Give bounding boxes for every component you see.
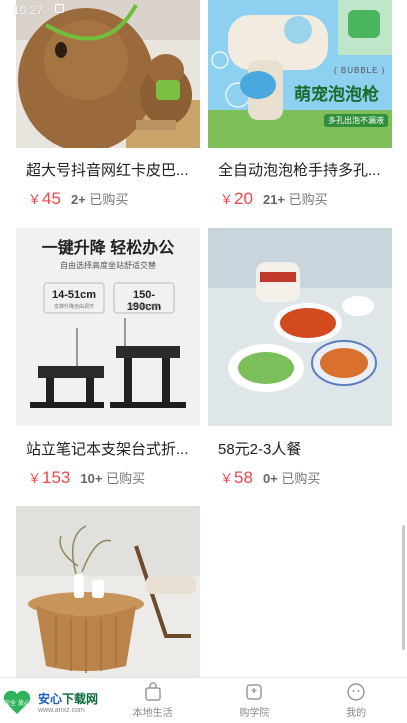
screen: 10:27 超大号抖音网红卡皮巴... ￥45 2+ 已购买 (BUBBLE …: [0, 0, 407, 723]
desk-subline: 自由选择高度坐站舒适交替: [60, 261, 156, 270]
status-time: 10:27: [13, 3, 44, 17]
desk-headline: 一键升降 轻松办公: [41, 240, 175, 257]
wm-badge: 安全 放心: [4, 699, 30, 707]
nav-item-profile[interactable]: 我的: [305, 678, 407, 723]
desk-range-1: 14-51cm: [51, 289, 97, 301]
watermark: 安全 放心 安心下载网 www.anxz.com: [2, 684, 112, 720]
nav-item-academy[interactable]: 购学院: [204, 678, 306, 723]
bought-count: 0+ 已购买: [262, 471, 321, 486]
capybara-plush-image[interactable]: [16, 0, 200, 148]
chinese-meal-image[interactable]: [208, 228, 392, 426]
standing-desk-image[interactable]: 一键升降 轻松办公 自由选择高度坐站舒适交替 14-51cm 支撑升降自由调节 …: [16, 228, 200, 426]
currency-symbol: ￥: [220, 192, 234, 207]
bubble-subline: 多孔出泡不漏液: [324, 114, 388, 127]
product-price: 153: [42, 468, 71, 487]
product-title[interactable]: 58元2-3人餐: [218, 438, 390, 459]
product-card-3[interactable]: 一键升降 轻松办公 自由选择高度坐站舒适交替 14-51cm 支撑升降自由调节 …: [16, 228, 200, 498]
currency-symbol: ￥: [220, 471, 234, 486]
bubble-headline: 萌宠泡泡枪: [294, 85, 379, 104]
bought-count: 21+ 已购买: [262, 192, 328, 207]
product-price: 45: [42, 189, 61, 208]
wm-title: 安心下载网: [38, 692, 99, 706]
product-price: 20: [234, 189, 253, 208]
product-card-4[interactable]: 58元2-3人餐 ￥58 0+ 已购买: [208, 228, 392, 498]
bought-count: 10+ 已购买: [80, 471, 146, 486]
price-row: ￥58 0+ 已购买: [220, 468, 320, 488]
nav-label: 我的: [346, 708, 367, 719]
academy-icon: [246, 684, 263, 700]
product-card-1[interactable]: 超大号抖音网红卡皮巴... ￥45 2+ 已购买: [16, 0, 200, 215]
nav-item-local-life[interactable]: 本地生活: [102, 678, 204, 723]
desk-range-2-note: 适用身高范围: [128, 304, 159, 310]
nav-label: 购学院: [239, 708, 270, 719]
product-card-2[interactable]: ( BUBBLE ) 萌宠泡泡枪 多孔出泡不漏液 全自动泡泡枪手持多孔... ￥…: [208, 0, 392, 215]
currency-symbol: ￥: [28, 471, 42, 486]
wm-url: www.anxz.com: [38, 707, 85, 714]
heart-logo-icon: 安全 放心: [3, 690, 31, 714]
shopping-bag-icon: [144, 682, 161, 701]
bubble-gun-image[interactable]: ( BUBBLE ) 萌宠泡泡枪 多孔出泡不漏液: [208, 0, 392, 148]
bought-count: 2+ 已购买: [70, 192, 129, 207]
product-title[interactable]: 超大号抖音网红卡皮巴...: [26, 159, 198, 180]
price-row: ￥45 2+ 已购买: [28, 189, 128, 209]
currency-symbol: ￥: [28, 192, 42, 207]
desk-range-1-note: 支撑升降自由调节: [53, 304, 94, 310]
notification-icon: [55, 4, 64, 13]
product-card-5[interactable]: [16, 506, 200, 677]
nav-label: 本地生活: [132, 708, 173, 719]
product-title[interactable]: 全自动泡泡枪手持多孔...: [218, 159, 390, 180]
paper-stool-image[interactable]: [16, 506, 200, 677]
price-row: ￥20 21+ 已购买: [220, 189, 328, 209]
price-row: ￥153 10+ 已购买: [28, 468, 145, 488]
scrollbar[interactable]: [402, 525, 405, 650]
profile-icon: [347, 683, 365, 701]
product-title[interactable]: 站立笔记本支架台式折...: [26, 438, 198, 459]
bubble-brand-tag: ( BUBBLE ): [334, 66, 386, 75]
product-price: 58: [234, 468, 253, 487]
